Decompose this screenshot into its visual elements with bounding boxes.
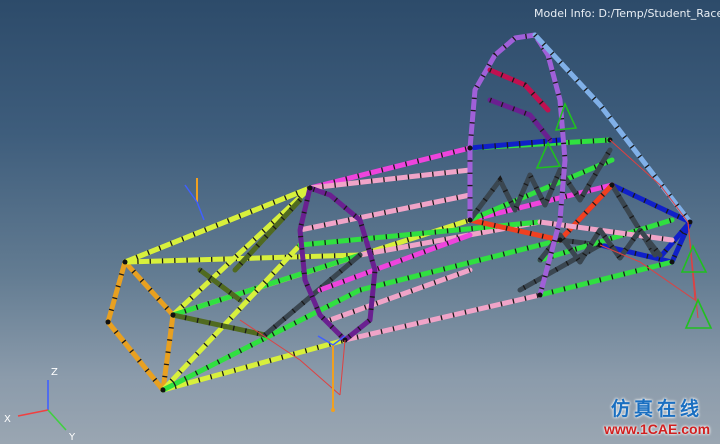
frame-tube-orange[interactable] [105,259,128,325]
frame-node[interactable] [609,182,615,188]
graphics-viewport[interactable]: Model Info: D:/Temp/Student_Race_Car [0,0,720,444]
frame-tube-purple[interactable] [467,32,568,298]
frame-tube-pink[interactable] [307,167,473,191]
race-car-frame-model[interactable] [0,0,720,444]
global-axis-triad: Z X Y [4,367,76,443]
constraint-triangle-icon[interactable] [535,141,562,169]
spring-line [339,339,346,396]
watermark: 仿真在线 www.1CAE.com [600,398,714,442]
axis-x-line [17,409,49,417]
local-axis-origin [331,408,335,412]
local-axis-x [184,184,198,203]
frame-node[interactable] [467,217,473,223]
frame-tubes[interactable] [105,32,693,393]
frame-tube-green[interactable] [160,287,363,393]
axis-y-line [47,409,67,431]
frame-node[interactable] [557,237,563,243]
frame-node[interactable] [105,319,111,325]
frame-node[interactable] [160,387,166,393]
frame-node[interactable] [537,292,543,298]
axis-y-label: Y [68,432,76,443]
frame-node[interactable] [170,312,176,318]
local-axis-y [196,201,205,221]
watermark-cn-text: 仿真在线 [610,398,703,420]
constraint-triangle-icon[interactable] [684,298,713,329]
frame-tube-orange[interactable] [122,259,176,318]
watermark-url-text: www.1CAE.com [603,421,711,437]
axis-z-label: Z [51,367,58,378]
axis-x-label: X [4,414,11,425]
frame-node[interactable] [122,259,128,265]
constraint-triangle-icon[interactable] [680,244,708,273]
frame-node[interactable] [307,185,313,191]
frame-node[interactable] [467,145,473,151]
frame-node[interactable] [669,259,675,265]
frame-tube-yellow-green[interactable] [170,185,313,318]
